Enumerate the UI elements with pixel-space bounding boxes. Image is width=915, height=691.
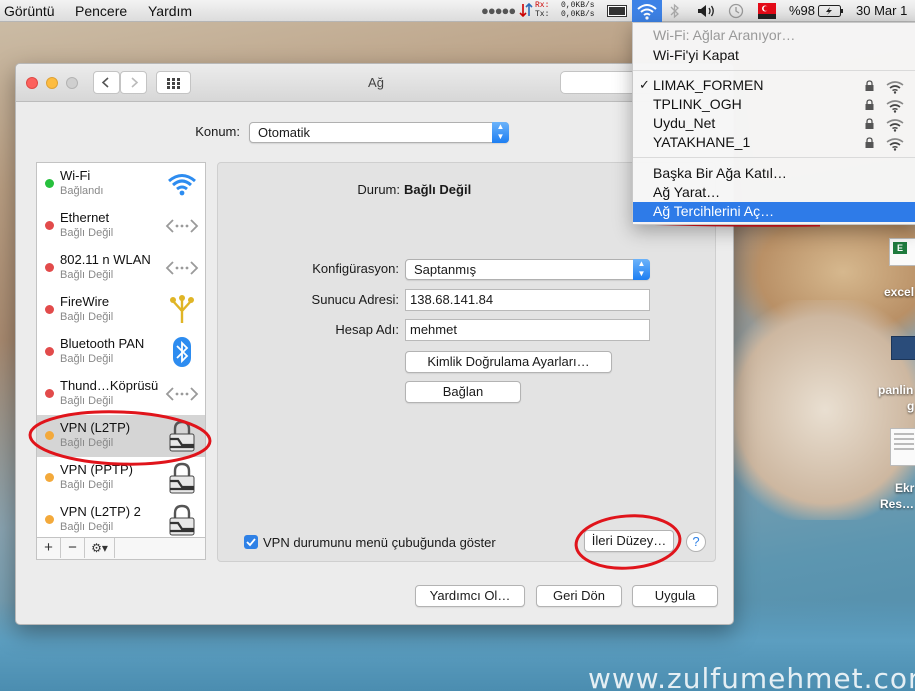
lock-icon	[865, 118, 874, 129]
lock-icon	[865, 137, 874, 148]
wifi-network-item[interactable]: Uydu_Net	[633, 115, 915, 134]
wifi-turn-off-item[interactable]: Wi-Fi'yi Kapat	[653, 47, 739, 63]
network-name: LIMAK_FORMEN	[653, 77, 764, 93]
annotation-circle-vpn	[28, 410, 212, 466]
network-name: Uydu_Net	[653, 115, 716, 131]
wifi-signal-icon	[886, 99, 904, 113]
lock-icon	[865, 80, 874, 91]
wifi-network-item[interactable]: TPLINK_OGH	[633, 96, 915, 115]
wifi-dropdown-menu: Wi-Fi: Ağlar Aranıyor… Wi-Fi'yi Kapat ✓ L…	[632, 22, 915, 225]
open-network-preferences-label: Ağ Tercihlerini Aç…	[653, 203, 775, 219]
network-name: TPLINK_OGH	[653, 96, 742, 112]
wifi-signal-icon	[886, 80, 904, 94]
menu-separator	[633, 157, 915, 158]
wifi-signal-icon	[886, 118, 904, 132]
wifi-status-item: Wi-Fi: Ağlar Aranıyor…	[653, 27, 796, 43]
create-network-item[interactable]: Ağ Yarat…	[653, 184, 720, 200]
wifi-signal-icon	[886, 137, 904, 151]
annotation-circle-advanced	[574, 514, 682, 570]
join-other-network-item[interactable]: Başka Bir Ağa Katıl…	[653, 165, 787, 181]
watermark: www.zulfumehmet.com	[588, 662, 915, 691]
network-name: YATAKHANE_1	[653, 134, 751, 150]
menu-separator	[633, 70, 915, 71]
connected-checkmark: ✓	[639, 77, 650, 92]
open-network-preferences-item[interactable]: Ağ Tercihlerini Aç…	[633, 202, 915, 222]
wifi-network-item[interactable]: YATAKHANE_1	[633, 134, 915, 153]
wifi-network-item[interactable]: ✓ LIMAK_FORMEN	[633, 77, 915, 96]
lock-icon	[865, 99, 874, 110]
